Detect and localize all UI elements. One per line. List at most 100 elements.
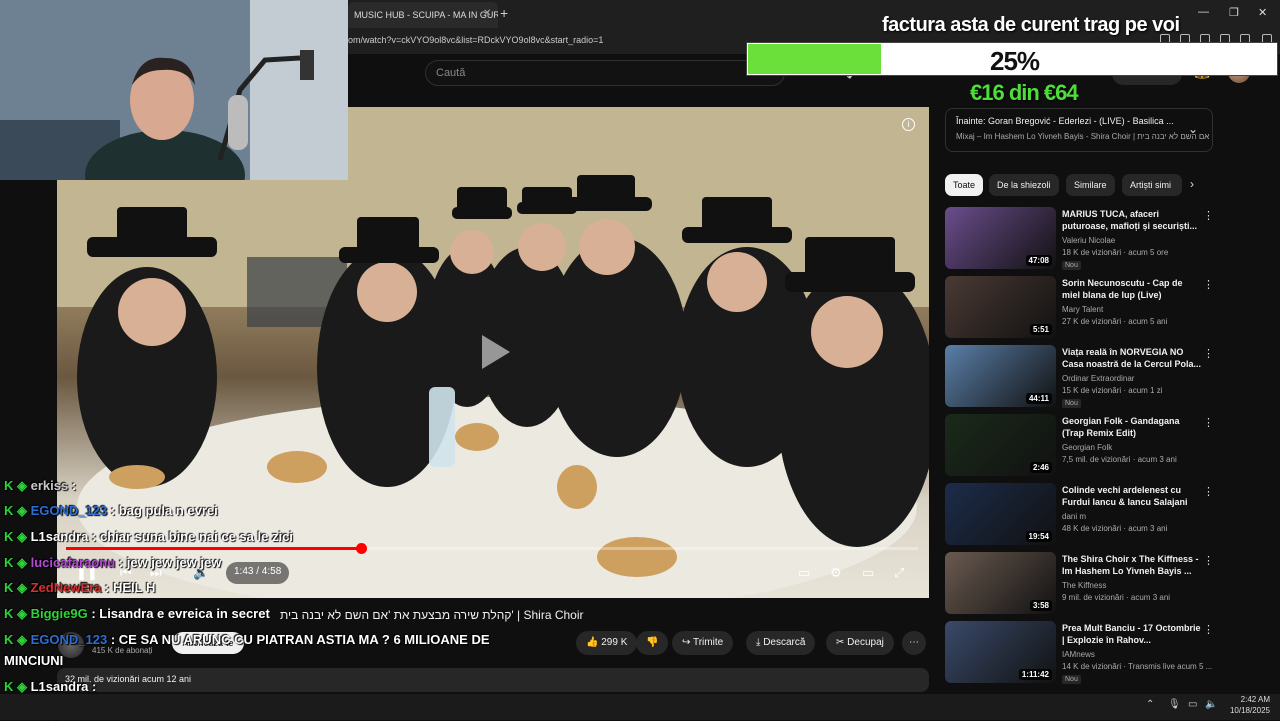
video-thumbnail[interactable]: 47:08 bbox=[945, 207, 1056, 269]
badge-icon: K ◈ bbox=[4, 529, 31, 544]
settings-icon[interactable]: ⚙ bbox=[830, 565, 842, 581]
recommendation-item[interactable]: 44:11 Viața reală în NORVEGIA NO Casa noa… bbox=[945, 345, 1215, 411]
description-box[interactable]: 32 mil. de vizionări acum 12 ani bbox=[57, 668, 929, 692]
recommendation-channel[interactable]: Valeriu Nicolae bbox=[1062, 236, 1115, 245]
recommendation-item[interactable]: 47:08 MARIUS TUCA, afaceri puturoase, maf… bbox=[945, 207, 1215, 273]
video-thumbnail[interactable]: 19:54 bbox=[945, 483, 1056, 545]
recommendation-channel[interactable]: The Kiffness bbox=[1062, 581, 1106, 590]
chat-message: K ◈ L1sandra : bbox=[4, 679, 96, 695]
video-thumbnail[interactable]: 2:46 bbox=[945, 414, 1056, 476]
recommendation-item[interactable]: 1:11:42 Prea Mult Banciu - 17 Octombrie |… bbox=[945, 621, 1215, 687]
share-button[interactable]: ↪ Trimite bbox=[672, 631, 734, 655]
volume-tray-icon[interactable]: 🔈 bbox=[1205, 699, 1217, 710]
webcam-overlay bbox=[0, 0, 348, 180]
clip-button[interactable]: ✂ Decupaj bbox=[826, 631, 894, 655]
chevron-down-icon[interactable]: ⌄ bbox=[1188, 122, 1198, 136]
chat-text: : HEIL H bbox=[105, 580, 156, 595]
chat-username[interactable]: Biggie9G bbox=[31, 606, 88, 621]
download-button[interactable]: ⤓ Descarcă bbox=[746, 631, 816, 655]
like-button[interactable]: 👍 299 K bbox=[576, 631, 638, 655]
chat-username[interactable]: erkiss bbox=[31, 478, 69, 493]
dislike-button[interactable]: 👎 bbox=[636, 631, 669, 655]
video-thumbnail[interactable]: 3:58 bbox=[945, 552, 1056, 614]
recommendation-item[interactable]: 5:51 Sorin Necunoscutu - Cap de miel blan… bbox=[945, 276, 1215, 342]
maximize-icon[interactable]: ❐ bbox=[1229, 6, 1239, 19]
video-thumbnail[interactable]: 5:51 bbox=[945, 276, 1056, 338]
chevron-up-icon[interactable]: ⌃ bbox=[1146, 699, 1154, 710]
chip-channel[interactable]: De la shiezoli bbox=[989, 174, 1059, 196]
recommendation-item[interactable]: 19:54 Colinde vechi ardelenest cu Furdui … bbox=[945, 483, 1215, 549]
recommendation-channel[interactable]: Mary Talent bbox=[1062, 305, 1103, 314]
chat-username[interactable]: L1sandra bbox=[31, 529, 89, 544]
chip-artists[interactable]: Artiști simi bbox=[1122, 174, 1182, 196]
url-text[interactable]: om/watch?v=ckVYO9ol8vc&list=RDckVYO9ol8v… bbox=[348, 35, 603, 45]
recommendation-channel[interactable]: IAMnews bbox=[1062, 650, 1095, 659]
fullscreen-icon[interactable]: ⤢ bbox=[894, 565, 904, 581]
more-vert-icon[interactable]: ⋮ bbox=[1203, 485, 1214, 498]
play-icon[interactable] bbox=[482, 335, 510, 369]
new-tab-icon[interactable]: + bbox=[500, 5, 508, 21]
taskbar bbox=[0, 694, 1280, 720]
duration-badge: 19:54 bbox=[1025, 531, 1052, 542]
info-icon[interactable]: i bbox=[902, 118, 915, 131]
badge-icon: K ◈ bbox=[4, 478, 31, 493]
more-vert-icon[interactable]: ⋮ bbox=[1203, 554, 1214, 567]
more-vert-icon[interactable]: ⋮ bbox=[1203, 623, 1214, 636]
recommendation-item[interactable]: 2:46 Georgian Folk - Gandagana (Trap Remi… bbox=[945, 414, 1215, 480]
close-tab-icon[interactable]: ✕ bbox=[483, 8, 491, 19]
more-vert-icon[interactable]: ⋮ bbox=[1203, 416, 1214, 429]
recommendation-item[interactable]: 3:58 The Shira Choir x The Kiffness - Im … bbox=[945, 552, 1215, 618]
chat-username[interactable]: ZedNewEra bbox=[31, 580, 102, 595]
recommendation-title[interactable]: Prea Mult Banciu - 17 Octombrie | Exploz… bbox=[1062, 622, 1202, 646]
browser-tab[interactable]: MUSIC HUB - SCUIPA - MA IN GURA bbox=[348, 2, 498, 28]
seek-handle[interactable] bbox=[356, 543, 367, 554]
more-actions-icon[interactable]: ⋯ bbox=[902, 631, 926, 655]
more-vert-icon[interactable]: ⋮ bbox=[1203, 347, 1214, 360]
chat-text: : chiar suna bine nai ce sa le zici bbox=[92, 529, 293, 544]
queue-next-title: Înainte: Goran Bregović - Ederlezi - (LI… bbox=[956, 116, 1174, 126]
queue-panel[interactable] bbox=[945, 108, 1213, 152]
chevron-right-icon[interactable]: › bbox=[1190, 177, 1194, 191]
chat-message: K ◈ ZedNewEra : HEIL H bbox=[4, 580, 155, 596]
chat-username[interactable]: EGOND_123 bbox=[31, 632, 108, 647]
more-vert-icon[interactable]: ⋮ bbox=[1203, 278, 1214, 291]
chat-message: MINCIUNI bbox=[4, 653, 63, 668]
recommendation-channel[interactable]: Georgian Folk bbox=[1062, 443, 1112, 452]
more-vert-icon[interactable]: ⋮ bbox=[1203, 209, 1214, 222]
recommendation-views: 18 K de vizionări · acum 5 ore bbox=[1062, 248, 1169, 257]
video-thumbnail[interactable]: 44:11 bbox=[945, 345, 1056, 407]
minimize-icon[interactable]: — bbox=[1198, 6, 1209, 18]
chat-username[interactable]: EGOND_123 bbox=[31, 503, 108, 518]
subtitles-icon[interactable]: ▭ bbox=[798, 565, 810, 581]
search-input[interactable]: Caută bbox=[425, 60, 785, 86]
share-icon: ↪ bbox=[682, 637, 693, 648]
chat-message: K ◈ erkiss : bbox=[4, 478, 76, 494]
chat-username[interactable]: L1sandra bbox=[31, 679, 89, 694]
recommendation-title[interactable]: Colinde vechi ardelenest cu Furdui Iancu… bbox=[1062, 484, 1202, 508]
badge-icon: K ◈ bbox=[4, 580, 31, 595]
recommendation-views: 15 K de vizionări · acum 1 zi bbox=[1062, 386, 1163, 395]
recommendation-title[interactable]: MARIUS TUCA, afaceri puturoase, mafioți … bbox=[1062, 208, 1202, 232]
recommendation-views: 9 mil. de vizionări · acum 3 ani bbox=[1062, 593, 1171, 602]
close-window-icon[interactable]: ✕ bbox=[1258, 6, 1267, 19]
recommendation-channel[interactable]: Ordinar Extraordinar bbox=[1062, 374, 1134, 383]
chat-text: : jew jew jew jew bbox=[118, 555, 222, 570]
download-label: Descarcă bbox=[763, 637, 806, 648]
mic-tray-icon[interactable]: 🎙 bbox=[1168, 699, 1181, 710]
network-icon[interactable]: ▭ bbox=[1188, 699, 1197, 710]
recommendation-title[interactable]: The Shira Choir x The Kiffness - Im Hash… bbox=[1062, 553, 1202, 577]
recommendation-channel[interactable]: dani m bbox=[1062, 512, 1086, 521]
chip-similar[interactable]: Similare bbox=[1066, 174, 1115, 196]
theater-icon[interactable]: ▭ bbox=[862, 565, 874, 581]
chip-all[interactable]: Toate bbox=[945, 174, 984, 196]
video-thumbnail[interactable]: 1:11:42 bbox=[945, 621, 1056, 683]
chat-username[interactable]: lucicafaraonu bbox=[31, 555, 116, 570]
recommendation-title[interactable]: Viața reală în NORVEGIA NO Casa noastră … bbox=[1062, 346, 1202, 370]
chat-text: : bbox=[92, 679, 97, 694]
chat-text: : CE SA NU ARUNC CU PIATRAN ASTIA MA ? 6… bbox=[110, 632, 490, 647]
clock-date: 10/18/2025 bbox=[1229, 706, 1270, 715]
chat-message: K ◈ EGOND_123 : CE SA NU ARUNC CU PIATRA… bbox=[4, 632, 490, 648]
recommendation-title[interactable]: Georgian Folk - Gandagana (Trap Remix Ed… bbox=[1062, 415, 1202, 439]
recommendation-title[interactable]: Sorin Necunoscutu - Cap de miel blana de… bbox=[1062, 277, 1202, 301]
thumbs-down-icon: 👎 bbox=[646, 637, 659, 648]
